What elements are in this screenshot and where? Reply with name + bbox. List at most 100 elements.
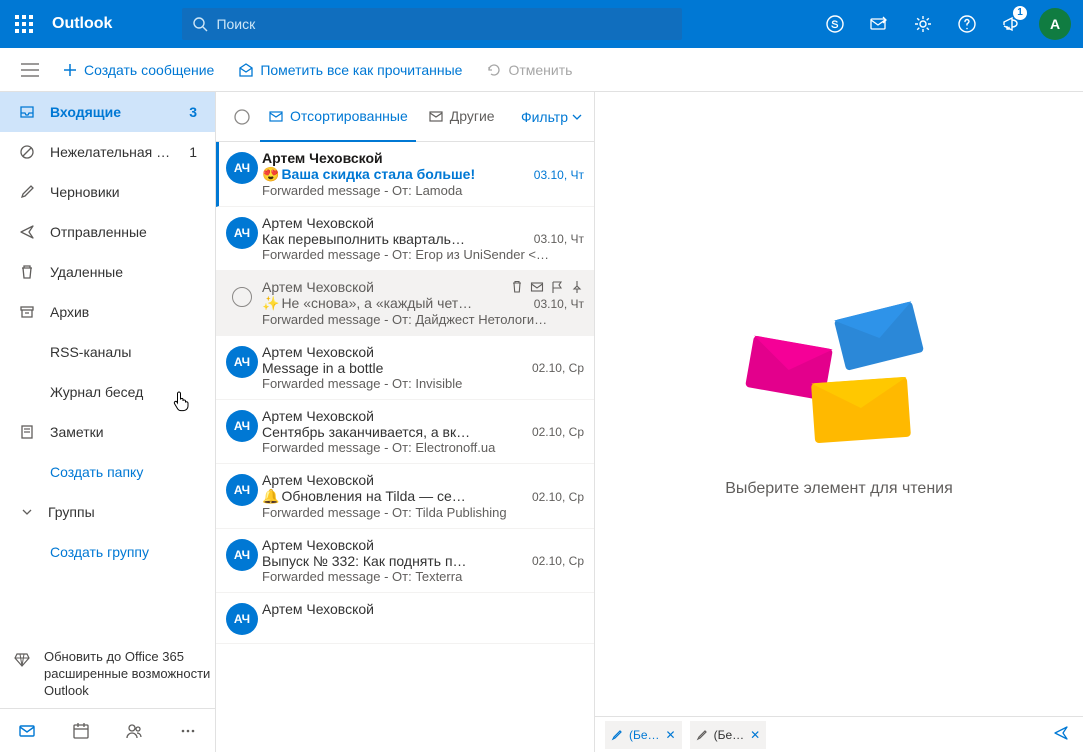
empty-text: Выберите элемент для чтения [725,480,953,498]
message-preview: Forwarded message - От: Texterra [262,569,584,584]
message-sender: Артем Чеховской [262,279,374,295]
account-avatar[interactable]: A [1039,8,1071,40]
mail-module[interactable] [0,709,54,752]
app-header: Outlook 1 A [0,0,1083,48]
folder-item[interactable]: Журнал бесед [0,372,215,412]
message-item[interactable]: АЧ Артем Чеховской Сентябрь заканчиваетс… [216,400,594,464]
close-icon[interactable]: ✕ [750,728,760,742]
tab-focused[interactable]: Отсортированные [260,92,416,142]
undo-button: Отменить [474,48,584,92]
folder-label: Создать папку [50,464,183,480]
tab-other[interactable]: Другие [420,92,503,142]
groups-label: Группы [48,504,95,520]
pencil-icon [696,729,708,741]
folder-item[interactable]: Архив [0,292,215,332]
folder-item[interactable]: RSS-каналы [0,332,215,372]
folder-item[interactable]: Нежелательная … 1 [0,132,215,172]
message-subject: ✨Не «снова», а «каждый чет… [262,295,526,312]
message-hover-actions [510,280,584,294]
folder-item[interactable]: Заметки [0,412,215,452]
help-button[interactable] [945,0,989,48]
create-group-link[interactable]: Создать группу [0,532,215,572]
message-item[interactable]: АЧ Артем Чеховской Выпуск № 332: Как под… [216,529,594,593]
message-item[interactable]: АЧ Артем Чеховской ✨Не «снова», а «кажды… [216,271,594,336]
message-sender: Артем Чеховской [262,537,374,553]
message-subject: Выпуск № 332: Как поднять п… [262,553,524,569]
draft-tabs-bar: (Бе… ✕ (Бе… ✕ [595,716,1083,752]
message-list-pane: Отсортированные Другие Фильтр АЧ Артем Ч… [215,92,595,752]
nav-toggle[interactable] [10,50,50,90]
notifications-button[interactable]: 1 [989,0,1033,48]
people-icon [125,722,143,740]
draft-label: (Бе… [714,728,745,742]
folder-item[interactable]: Удаленные [0,252,215,292]
message-subject: 😍Ваша скидка стала больше! [262,166,526,183]
app-launcher[interactable] [0,0,48,48]
message-date: 03.10, Чт [526,232,584,246]
mark-all-read-button[interactable]: Пометить все как прочитанные [226,48,474,92]
empty-state: Выберите элемент для чтения [595,92,1083,716]
skype-button[interactable] [813,0,857,48]
compose-button[interactable]: Создать сообщение [50,48,226,92]
folder-item[interactable]: Создать папку [0,452,215,492]
message-preview: Forwarded message - От: Electronoff.ua [262,440,584,455]
folder-label: Архив [50,304,183,320]
search-box[interactable] [182,8,682,40]
skype-icon [825,14,845,34]
message-item[interactable]: АЧ Артем Чеховской Как перевыполнить ква… [216,207,594,271]
select-all[interactable] [228,108,256,126]
close-icon[interactable]: ✕ [666,728,676,742]
folder-label: Черновики [50,184,183,200]
groups-header[interactable]: Группы [0,492,215,532]
message-subject: Как перевыполнить кварталь… [262,231,526,247]
message-item[interactable]: АЧ Артем Чеховской 🔔Обновления на Tilda … [216,464,594,529]
more-modules[interactable] [161,709,215,752]
message-preview: Forwarded message - От: Invisible [262,376,584,391]
folder-icon [18,184,36,200]
delete-icon[interactable] [510,280,524,294]
gear-icon [913,14,933,34]
folder-item[interactable]: Отправленные [0,212,215,252]
message-date: 03.10, Чт [526,297,584,311]
message-list[interactable]: АЧ Артем Чеховской 😍Ваша скидка стала бо… [216,142,594,752]
mark-read-icon[interactable] [530,280,544,294]
message-date: 02.10, Ср [524,490,584,504]
settings-button[interactable] [901,0,945,48]
folder-item[interactable]: Входящие 3 [0,92,215,132]
message-item[interactable]: АЧ Артем Чеховской Message in a bottle02… [216,336,594,400]
mail-action-icon [869,14,889,34]
reading-pane: Выберите элемент для чтения (Бе… ✕ (Бе… ✕ [595,92,1083,752]
select-checkbox[interactable] [232,287,252,307]
module-switcher [0,708,215,752]
message-preview: Forwarded message - От: Lamoda [262,183,584,198]
mark-all-read-label: Пометить все как прочитанные [260,62,462,78]
calendar-module[interactable] [54,709,108,752]
message-date: 02.10, Ср [524,425,584,439]
pin-icon[interactable] [570,280,584,294]
upsell-office365[interactable]: Обновить до Office 365 расширенные возмо… [0,641,215,708]
main-area: Входящие 3 Нежелательная … 1 Черновики О… [0,92,1083,752]
sender-avatar: АЧ [226,474,258,506]
folder-sidebar: Входящие 3 Нежелательная … 1 Черновики О… [0,92,215,752]
notification-badge: 1 [1013,6,1027,20]
chevron-down-icon [21,506,33,518]
search-input[interactable] [216,16,672,32]
immersive-reader-button[interactable] [857,0,901,48]
draft-label: (Бе… [629,728,660,742]
folder-label: Журнал бесед [50,384,183,400]
flag-icon[interactable] [550,280,564,294]
draft-tab[interactable]: (Бе… ✕ [605,721,682,749]
message-item[interactable]: АЧ Артем Чеховской 😍Ваша скидка стала бо… [216,142,594,207]
message-item[interactable]: АЧ Артем Чеховской [216,593,594,644]
filter-button[interactable]: Фильтр [521,109,582,125]
people-module[interactable] [108,709,162,752]
message-sender: Артем Чеховской [262,472,374,488]
folder-item[interactable]: Черновики [0,172,215,212]
expand-drafts[interactable] [1053,725,1083,744]
draft-tab[interactable]: (Бе… ✕ [690,721,767,749]
focused-icon [268,108,284,124]
folder-icon [18,144,36,160]
search-icon [192,16,208,32]
message-subject: Сентябрь заканчивается, а вк… [262,424,524,440]
diamond-icon [14,651,30,667]
